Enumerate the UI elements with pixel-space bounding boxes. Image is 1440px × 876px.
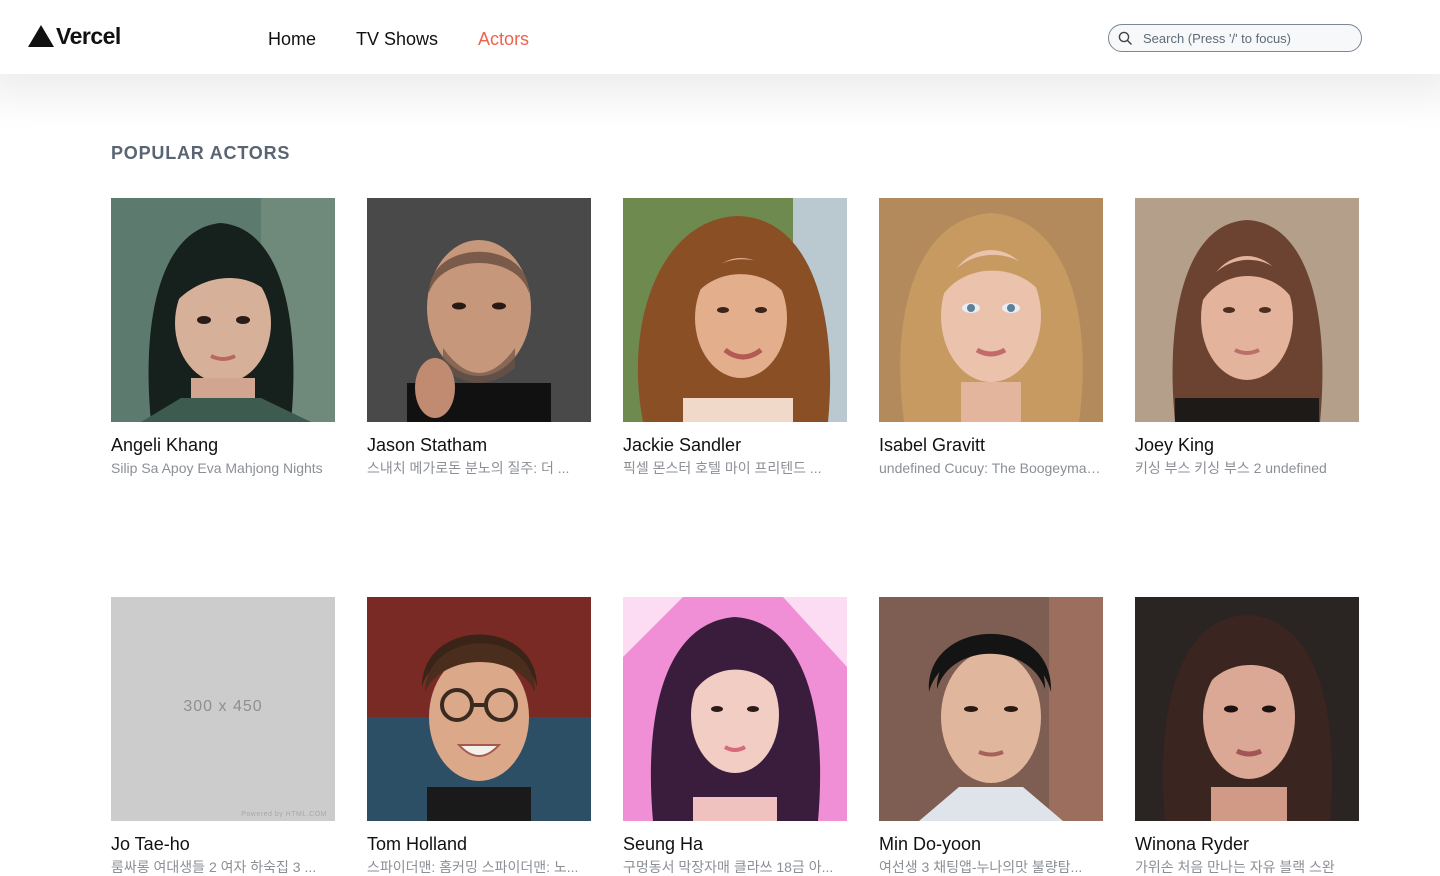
actor-photo [1135, 198, 1359, 422]
actor-known-for: 가위손 처음 만나는 자유 블랙 스완 [1135, 859, 1335, 875]
actor-name: Tom Holland [367, 834, 468, 854]
placeholder-credit-text: Powered by HTML.COM [241, 811, 327, 818]
actor-card[interactable]: Jason Statham 스내치 메가로돈 분노의 질주: 더 ... [367, 198, 591, 477]
actor-known-for: 키싱 부스 키싱 부스 2 undefined [1135, 460, 1327, 476]
actor-name: Angeli Khang [111, 435, 219, 455]
actor-known-for: 여선생 3 채팅앱-누나의맛 불량탐... [879, 859, 1083, 875]
actor-photo [879, 597, 1103, 821]
actor-photo [623, 597, 847, 821]
actor-name: Isabel Gravitt [879, 435, 986, 455]
actor-photo [1135, 597, 1359, 821]
top-navbar: Vercel Home TV Shows Actors [0, 0, 1440, 74]
actor-photo [623, 198, 847, 422]
nav-item-actors[interactable]: Actors [478, 28, 529, 50]
actor-photo [367, 198, 591, 422]
search-icon [1118, 31, 1132, 45]
actor-known-for: 구멍동서 막장자매 클라쓰 18금 아... [623, 859, 834, 875]
brand-name: Vercel [56, 22, 121, 49]
actor-name: Jason Statham [367, 435, 488, 455]
placeholder-size-text: 300 x 450 [183, 698, 263, 715]
actor-card[interactable]: Jackie Sandler 픽셀 몬스터 호텔 마이 프리텐드 ... [623, 198, 847, 477]
actor-card[interactable]: Tom Holland 스파이더맨: 홈커밍 스파이더맨: 노... [367, 597, 591, 876]
actor-card[interactable]: Isabel Gravitt undefined Cucuy: The Boog… [879, 198, 1103, 477]
section-title: POPULAR ACTORS [111, 143, 291, 163]
actor-card[interactable]: Joey King 키싱 부스 키싱 부스 2 undefined [1135, 198, 1359, 477]
nav-item-tv-shows[interactable]: TV Shows [356, 28, 438, 50]
actor-name: Winona Ryder [1135, 834, 1250, 854]
search-input[interactable] [1141, 29, 1355, 47]
actor-card[interactable]: Winona Ryder 가위손 처음 만나는 자유 블랙 스완 [1135, 597, 1359, 876]
actor-photo [111, 198, 335, 422]
actor-name: Min Do-yoon [879, 834, 982, 854]
actor-card[interactable]: Angeli Khang Silip Sa Apoy Eva Mahjong N… [111, 198, 335, 477]
actor-name: Joey King [1135, 435, 1215, 455]
actor-card[interactable]: Seung Ha 구멍동서 막장자매 클라쓰 18금 아... [623, 597, 847, 876]
actor-photo-placeholder: 300 x 450 Powered by HTML.COM [111, 597, 335, 821]
actor-name: Jo Tae-ho [111, 834, 190, 854]
actor-photo [367, 597, 591, 821]
search-box[interactable] [1108, 24, 1362, 52]
actor-known-for: 스파이더맨: 홈커밍 스파이더맨: 노... [367, 859, 579, 875]
actor-known-for: Silip Sa Apoy Eva Mahjong Nights [111, 460, 323, 476]
actor-known-for: undefined Cucuy: The Boogeyman... [879, 460, 1101, 476]
actors-grid: Angeli Khang Silip Sa Apoy Eva Mahjong N… [111, 198, 1359, 876]
actor-name: Seung Ha [623, 834, 704, 854]
actor-photo [879, 198, 1103, 422]
nav-item-home[interactable]: Home [268, 28, 316, 50]
actor-name: Jackie Sandler [623, 435, 742, 455]
actor-known-for: 픽셀 몬스터 호텔 마이 프리텐드 ... [623, 460, 822, 476]
actor-known-for: 스내치 메가로돈 분노의 질주: 더 ... [367, 460, 570, 476]
actor-card[interactable]: Min Do-yoon 여선생 3 채팅앱-누나의맛 불량탐... [879, 597, 1103, 876]
triangle-logo-icon [28, 25, 54, 47]
main-nav: Home TV Shows Actors [268, 28, 529, 50]
brand-logo[interactable]: Vercel [28, 22, 121, 50]
actor-card[interactable]: 300 x 450 Powered by HTML.COM Jo Tae-ho … [111, 597, 335, 876]
actor-known-for: 룸싸롱 여대생들 2 여자 하숙집 3 ... [111, 859, 317, 875]
